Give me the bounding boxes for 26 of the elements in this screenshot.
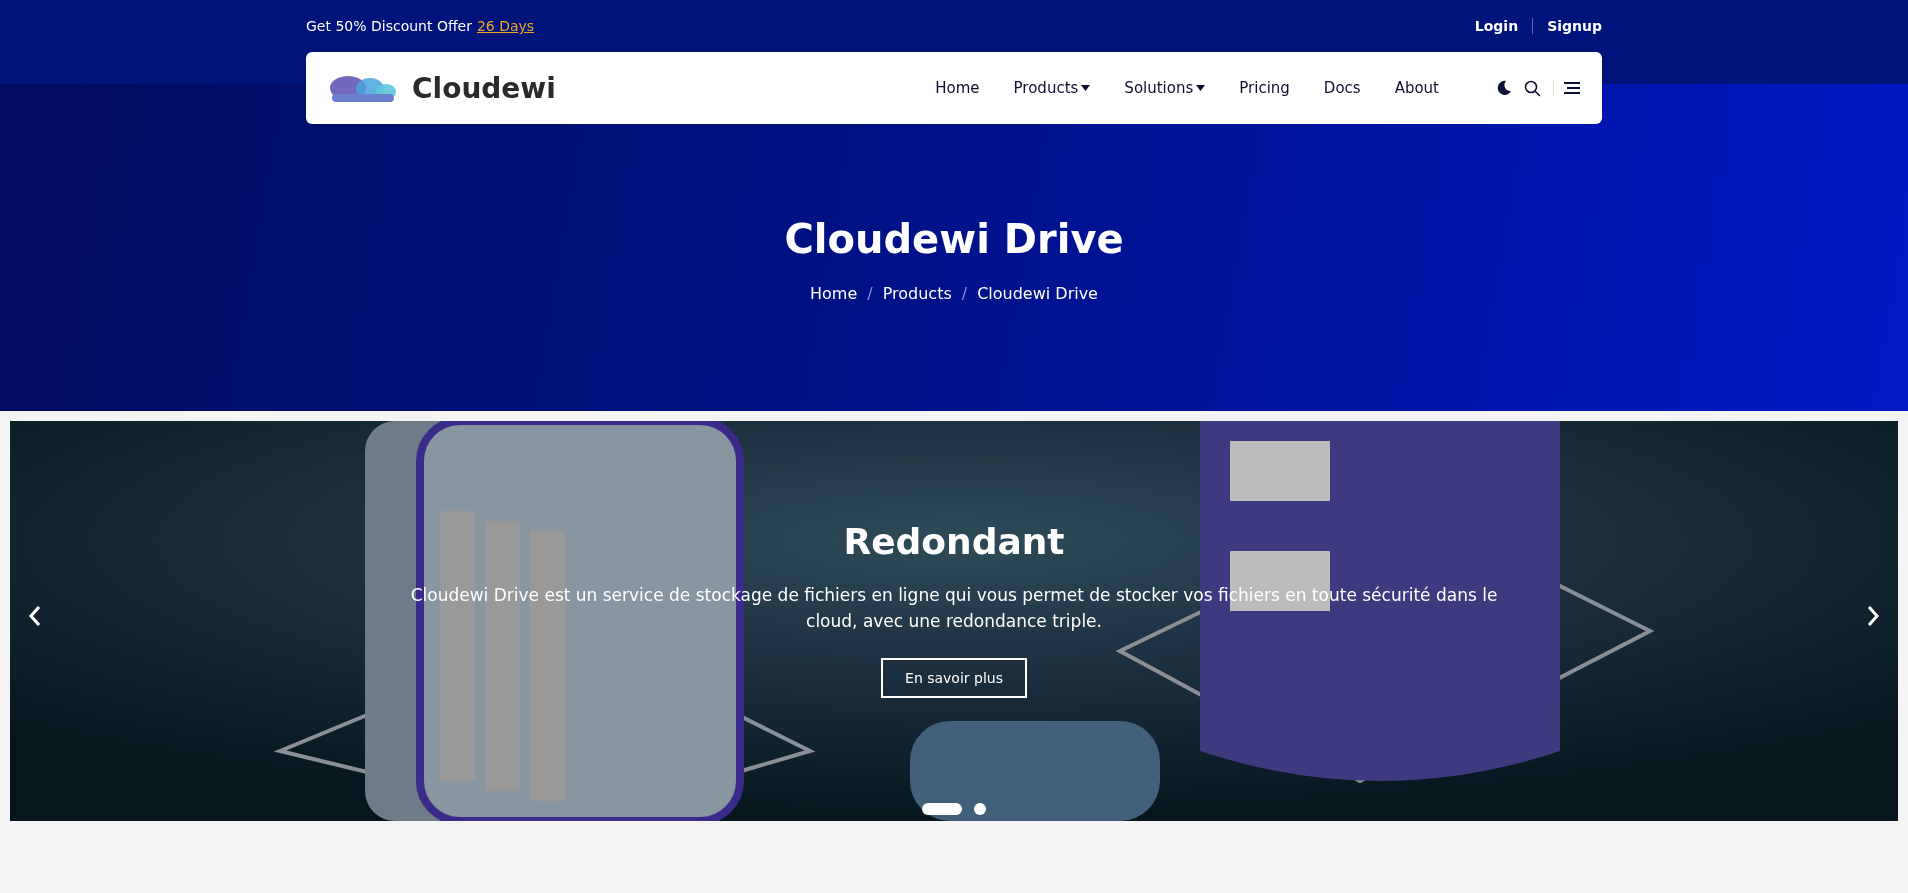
breadcrumb-link[interactable]: Products xyxy=(882,284,952,303)
nav-link[interactable]: About xyxy=(1377,79,1456,97)
slide-title: Redondant xyxy=(843,521,1065,562)
chevron-left-icon[interactable] xyxy=(28,605,42,627)
breadcrumb-separator: / xyxy=(867,284,873,303)
slide-indicator[interactable] xyxy=(922,803,962,815)
chevron-right-icon[interactable] xyxy=(1866,605,1880,627)
offer-text: Get 50% Discount Offer xyxy=(306,18,472,34)
cloud-logo-icon xyxy=(328,74,398,102)
nav-link[interactable]: Pricing xyxy=(1222,79,1307,97)
search-icon[interactable] xyxy=(1524,79,1541,97)
breadcrumb-separator: / xyxy=(961,284,968,303)
learn-more-button[interactable]: En savoir plus xyxy=(881,658,1027,698)
nav-link[interactable]: Docs xyxy=(1306,79,1378,97)
current-page-label: Cloudewi Drive xyxy=(977,284,1098,303)
nav-link[interactable]: Home xyxy=(918,79,997,97)
moon-icon[interactable] xyxy=(1496,80,1512,96)
nav-link[interactable]: Solutions xyxy=(1107,79,1223,97)
menu-icon[interactable] xyxy=(1553,81,1580,95)
offer-link[interactable]: 26 Days xyxy=(476,18,535,34)
breadcrumb-link[interactable]: Home xyxy=(810,284,858,303)
auth-link[interactable]: Signup xyxy=(1532,18,1602,34)
brand-name: Cloudewi xyxy=(412,71,556,105)
nav-link[interactable]: Products xyxy=(996,79,1108,97)
auth-link[interactable]: Login xyxy=(1460,18,1533,34)
page-title: Cloudewi Drive xyxy=(783,216,1125,262)
